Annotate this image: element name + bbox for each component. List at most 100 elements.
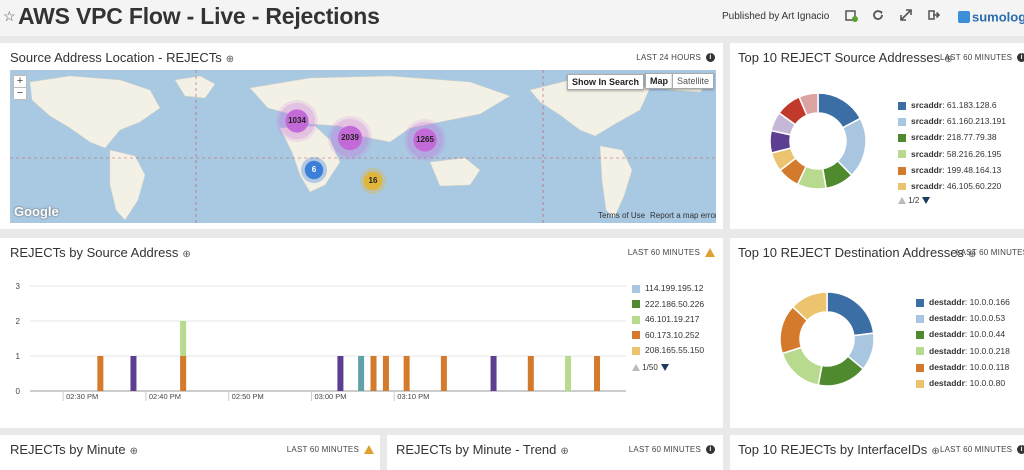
zoom-in-icon[interactable]: ⊕ [182, 249, 190, 260]
x-tick-label: 02:40 PM [149, 392, 181, 401]
legend-swatch [898, 182, 906, 190]
top-destination-panel: Top 10 REJECT Destination Addresses ⊕ LAS… [730, 238, 1024, 428]
exit-icon[interactable] [926, 9, 942, 25]
legend-swatch [916, 379, 924, 388]
legend-item[interactable]: srcaddr: 61.160.213.191 [898, 116, 1006, 132]
legend-item[interactable]: destaddr: 10.0.0.166 [916, 297, 1010, 313]
bar[interactable] [440, 356, 447, 391]
favorite-star-icon[interactable]: ☆ [3, 8, 16, 25]
y-tick-label: 0 [16, 387, 21, 396]
legend-item[interactable]: srcaddr: 58.216.26.195 [898, 149, 1006, 165]
dashboard-header: ☆ AWS VPC Flow - Live - Rejections Publi… [0, 0, 1024, 36]
source-donut-chart [770, 93, 866, 189]
source-legend-pager[interactable]: 1/2 [898, 196, 931, 205]
bar[interactable] [403, 356, 410, 391]
y-tick-label: 2 [16, 317, 21, 326]
legend-item[interactable]: srcaddr: 218.77.79.38 [898, 132, 1006, 148]
bar[interactable] [337, 356, 344, 391]
x-tick-label: 02:50 PM [232, 392, 264, 401]
by-minute-trend-panel: REJECTs by Minute - Trend ⊕ LAST 60 MINUT… [387, 435, 723, 470]
source-legend: srcaddr: 61.183.128.6 srcaddr: 61.160.21… [898, 100, 1006, 190]
legend-item[interactable]: srcaddr: 61.183.128.6 [898, 100, 1006, 116]
legend-item[interactable]: destaddr: 10.0.0.118 [916, 362, 1010, 378]
google-logo: Google [14, 204, 59, 219]
bar[interactable] [97, 356, 104, 391]
legend-item[interactable]: 60.173.10.252 [632, 330, 704, 346]
add-to-dashboard-icon[interactable] [843, 9, 859, 25]
zoom-in-icon[interactable]: ⊕ [226, 54, 234, 65]
legend-item[interactable]: 208.165.55.150 [632, 345, 704, 361]
bar[interactable] [490, 356, 497, 391]
pager-down-icon[interactable] [660, 363, 669, 371]
bar[interactable] [565, 356, 572, 391]
legend-swatch [898, 134, 906, 143]
legend-swatch [632, 284, 640, 293]
legend-item[interactable]: srcaddr: 199.48.164.13 [898, 165, 1006, 181]
info-icon[interactable]: i [1017, 53, 1024, 63]
interface-ids-time-range: LAST 60 MINUTES i [940, 445, 1024, 455]
donut-slice[interactable] [781, 346, 823, 386]
map-cluster[interactable]: 1265 [404, 119, 446, 161]
map-cluster[interactable]: 6 [301, 157, 327, 183]
fullscreen-icon[interactable] [898, 9, 914, 25]
map-type-map-button[interactable]: Map [645, 73, 673, 89]
destination-legend: destaddr: 10.0.0.166 destaddr: 10.0.0.53… [916, 297, 1010, 394]
legend-swatch [916, 314, 924, 323]
info-icon[interactable]: i [1017, 445, 1024, 455]
map-panel-time-range: LAST 24 HOURS i [636, 53, 715, 63]
bar[interactable] [370, 356, 377, 391]
sumologic-logo: sumologic [958, 8, 1024, 26]
info-icon[interactable]: i [706, 445, 715, 455]
legend-item[interactable]: 222.186.50.226 [632, 299, 704, 315]
warning-icon[interactable] [364, 445, 374, 455]
published-by: Published by Art Ignacio [722, 11, 830, 22]
legend-item[interactable]: destaddr: 10.0.0.218 [916, 346, 1010, 362]
bar[interactable] [180, 356, 187, 391]
legend-swatch [916, 347, 924, 356]
legend-swatch [916, 363, 924, 372]
top-source-time-range: LAST 60 MINUTES i [940, 53, 1024, 63]
destination-donut-chart [780, 292, 874, 386]
top-destination-time-range: LAST 60 MINUTESi [956, 248, 1024, 257]
info-icon[interactable]: i [706, 53, 715, 63]
refresh-icon[interactable] [870, 9, 886, 25]
world-map[interactable]: + − Show In Search Map Satellite 1034 20… [10, 70, 716, 223]
pager-up-icon[interactable] [898, 197, 906, 205]
map-cluster[interactable]: 1034 [276, 100, 318, 142]
legend-item[interactable]: destaddr: 10.0.0.44 [916, 329, 1010, 345]
legend-item[interactable]: 114.199.195.12 [632, 283, 704, 299]
map-zoom-out-button[interactable]: − [13, 87, 27, 100]
bar[interactable] [382, 356, 389, 391]
y-tick-label: 1 [16, 352, 21, 361]
legend-item[interactable]: destaddr: 10.0.0.53 [916, 313, 1010, 329]
map-cluster[interactable]: 16 [360, 168, 386, 194]
terms-of-use-link[interactable]: Terms of Use [598, 211, 645, 220]
by-minute-trend-panel-title: REJECTs by Minute - Trend ⊕ [396, 442, 569, 457]
map-cluster[interactable]: 2039 [328, 116, 372, 160]
legend-swatch [916, 331, 924, 340]
show-in-search-button[interactable]: Show In Search [567, 74, 645, 90]
legend-item[interactable]: 46.101.19.217 [632, 314, 704, 330]
x-tick-label: 03:00 PM [314, 392, 346, 401]
bar[interactable] [527, 356, 534, 391]
by-minute-trend-time-range: LAST 60 MINUTES i [629, 445, 715, 455]
report-map-error-link[interactable]: Report a map error [650, 211, 716, 220]
bar[interactable] [358, 356, 365, 391]
by-source-legend-pager[interactable]: 1/50 [632, 363, 704, 372]
pager-down-icon[interactable] [922, 197, 931, 205]
bar[interactable] [130, 356, 137, 391]
bar[interactable] [594, 356, 601, 391]
legend-item[interactable]: destaddr: 10.0.0.80 [916, 378, 1010, 394]
warning-icon[interactable] [705, 248, 715, 258]
zoom-in-icon[interactable]: ⊕ [560, 446, 568, 457]
legend-swatch [632, 331, 640, 340]
pager-up-icon[interactable] [632, 363, 640, 371]
legend-swatch [898, 166, 906, 175]
donut-slice[interactable] [826, 292, 874, 337]
legend-swatch [632, 346, 640, 355]
top-source-panel-title: Top 10 REJECT Source Addresses ⊕ [738, 50, 953, 65]
map-type-satellite-button[interactable]: Satellite [672, 73, 715, 89]
zoom-in-icon[interactable]: ⊕ [130, 446, 138, 457]
zoom-in-icon[interactable]: ⊕ [931, 446, 939, 457]
legend-item[interactable]: srcaddr: 46.105.60.220 [898, 181, 1006, 190]
